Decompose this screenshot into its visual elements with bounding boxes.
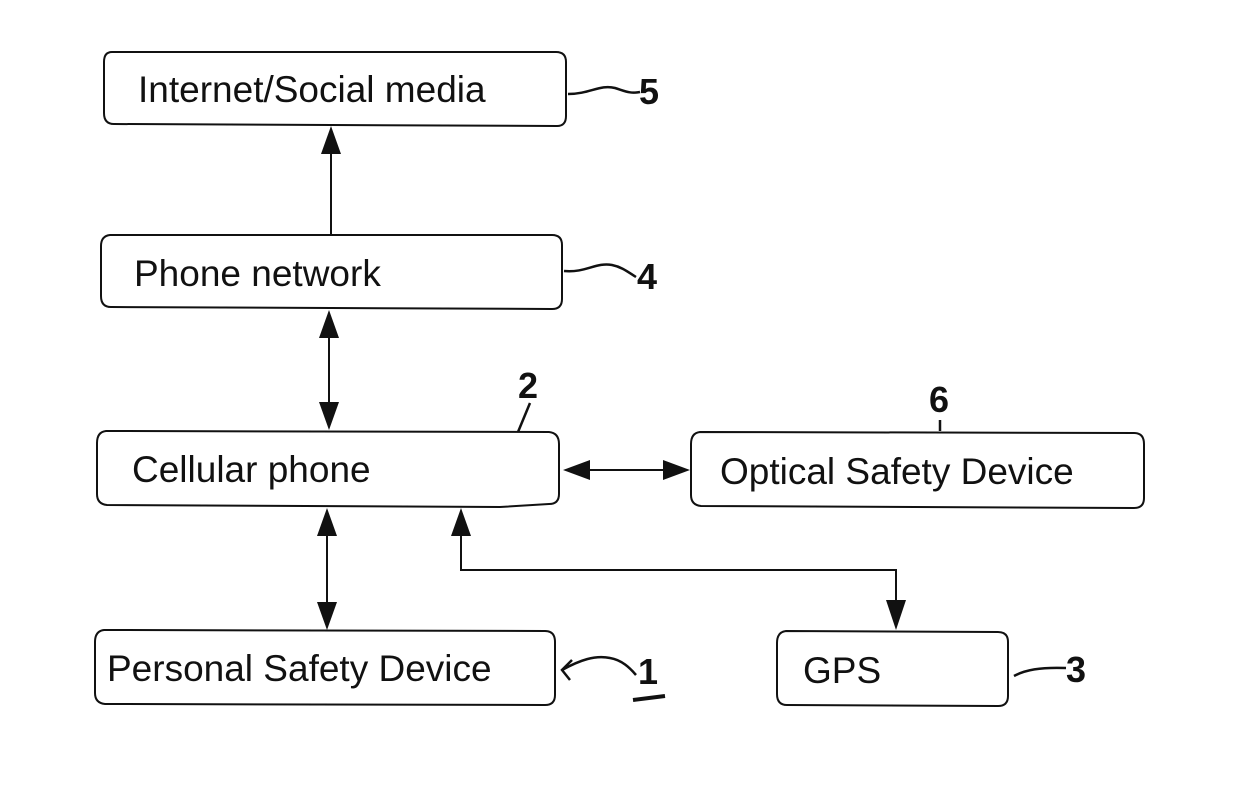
ref-number: 3 (1066, 649, 1086, 690)
node-phone-network: Phone network (100, 234, 563, 311)
arrowhead-up (317, 508, 337, 536)
node-personal-safety-device: Personal Safety Device (94, 628, 556, 707)
ref-leader (563, 263, 637, 279)
ref-leader (567, 85, 641, 96)
ref-leader (516, 402, 532, 433)
block-diagram: Internet/Social media 5 Phone network 4 … (94, 51, 1145, 708)
ref-leader-arrow (560, 659, 573, 681)
ref-leader (1013, 666, 1067, 678)
node-label: Personal Safety Device (107, 648, 492, 689)
node-label: Phone network (134, 253, 381, 294)
arrowhead-down (886, 600, 906, 630)
edge-cellular-gps (460, 530, 897, 605)
node-label: Cellular phone (132, 449, 371, 490)
node-label: GPS (803, 650, 881, 691)
ref-underline (632, 694, 666, 702)
node-gps: GPS (776, 629, 1009, 708)
ref-number: 6 (929, 379, 949, 420)
node-internet: Internet/Social media (103, 51, 567, 128)
arrowhead-up (319, 310, 339, 338)
node-cellular-phone: Cellular phone (96, 429, 560, 509)
arrowhead-left (563, 460, 590, 480)
ref-number: 4 (637, 256, 657, 297)
arrowhead-down (317, 602, 337, 630)
arrowhead-down (319, 402, 339, 430)
node-label: Internet/Social media (138, 69, 486, 110)
node-optical-safety-device: Optical Safety Device (690, 430, 1145, 510)
arrowhead-right (663, 460, 690, 480)
edges (317, 126, 906, 630)
ref-number: 1 (638, 651, 658, 692)
ref-number: 2 (518, 365, 538, 406)
node-label: Optical Safety Device (720, 451, 1074, 492)
ref-leader (561, 655, 637, 676)
arrowhead-up (451, 508, 471, 536)
ref-number: 5 (639, 71, 659, 112)
arrowhead-up (321, 126, 341, 154)
